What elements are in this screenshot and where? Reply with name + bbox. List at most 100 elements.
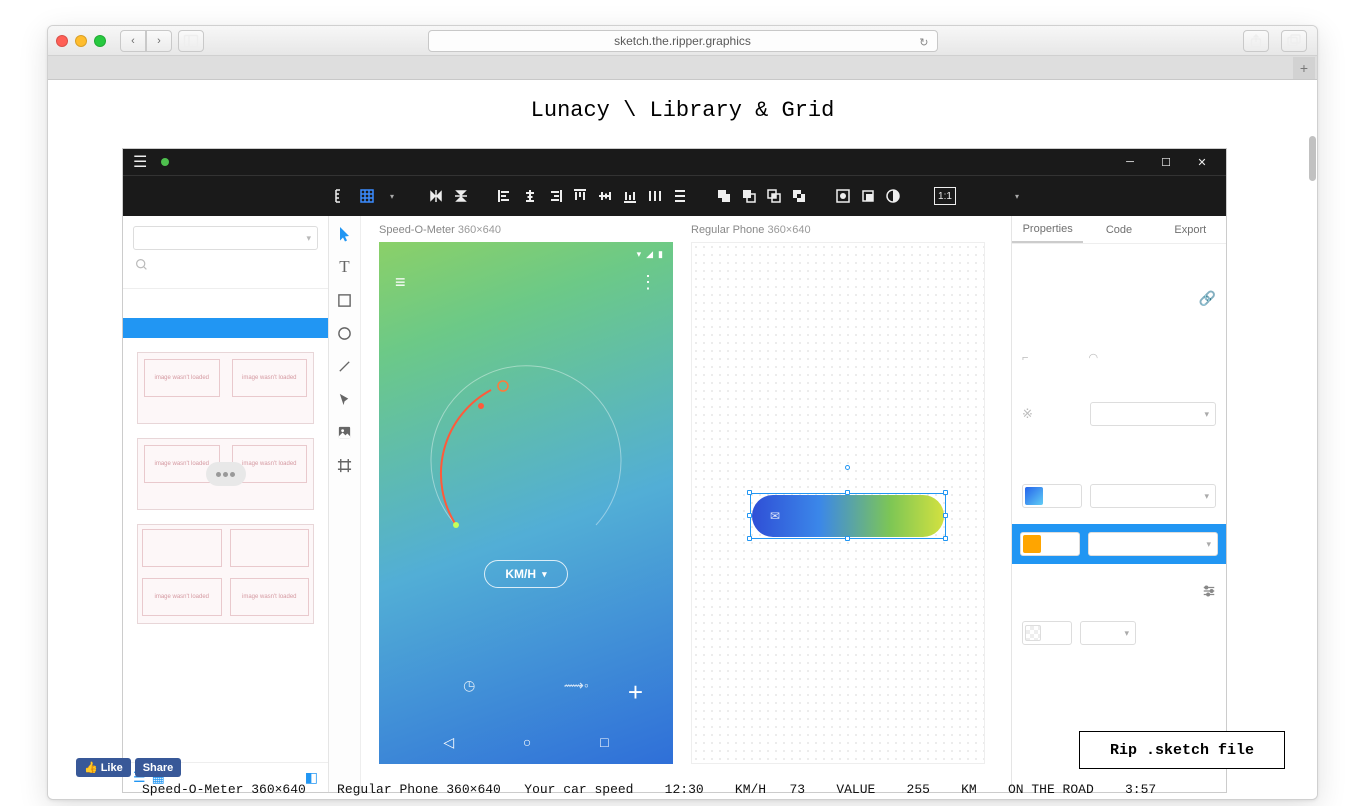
page-list: image wasn't loaded image wasn't loaded … (123, 288, 328, 762)
page-title: Lunacy \ Library & Grid (48, 80, 1317, 135)
crop-icon[interactable] (859, 187, 877, 205)
flip-h-icon[interactable] (427, 187, 445, 205)
align-left-icon[interactable] (496, 187, 514, 205)
app-body: ▾ image wasn't loaded image wasn't loade… (123, 216, 1226, 792)
forward-button[interactable]: › (146, 30, 172, 52)
align-hcenter-icon[interactable] (521, 187, 539, 205)
tabs-button[interactable] (1281, 30, 1307, 52)
artboard-name: Speed-O-Meter (379, 224, 455, 236)
tab-properties[interactable]: Properties (1012, 216, 1083, 243)
align-vcenter-icon[interactable] (596, 187, 614, 205)
contrast-icon[interactable] (884, 187, 902, 205)
bool-union-icon[interactable] (715, 187, 733, 205)
page-thumb[interactable]: image wasn't loaded image wasn't loaded (137, 438, 314, 510)
canvas[interactable]: Speed-O-Meter 360×640 Regular Phone 360×… (361, 216, 1011, 792)
artboard-regular-phone[interactable]: ✉ (691, 242, 985, 764)
sidebar-toggle-button[interactable] (178, 30, 204, 52)
maximize-window-button[interactable] (94, 35, 106, 47)
bool-subtract-icon[interactable] (740, 187, 758, 205)
zoom-11-icon[interactable]: 1:1 (934, 187, 956, 205)
zoom-dropdown-icon[interactable]: ▾ (1008, 187, 1026, 205)
grid-dropdown-icon[interactable]: ▾ (383, 187, 401, 205)
fill-mode-dropdown[interactable]: ▾ (1088, 532, 1218, 556)
fb-like-button[interactable]: 👍Like (76, 758, 131, 777)
border-swatch[interactable] (1022, 621, 1072, 645)
distribute-h-icon[interactable] (646, 187, 664, 205)
add-icon: + (628, 677, 643, 708)
blend-icon: ※ (1022, 406, 1082, 422)
border-dropdown[interactable]: ▾ (1080, 621, 1136, 645)
thumbs-up-icon: 👍 (84, 761, 98, 774)
search-icon[interactable] (135, 258, 328, 274)
status-bar: ▾◢▮ (379, 242, 673, 262)
ruler-icon[interactable] (333, 187, 351, 205)
rip-sketch-button[interactable]: Rip .sketch file (1079, 731, 1285, 769)
comment-bubble-icon (206, 462, 246, 486)
titlebar: ‹ › sketch.the.ripper.graphics ↻ (48, 26, 1317, 56)
right-panel: Properties Code Export 🔗 ⌐◠ ※ ▾ (1011, 216, 1226, 792)
selection-box (750, 493, 946, 539)
image-tool-icon[interactable] (335, 422, 355, 442)
align-right-icon[interactable] (546, 187, 564, 205)
battery-icon: ▮ (658, 249, 663, 260)
blend-dropdown[interactable]: ▾ (1090, 402, 1216, 426)
menu-icon: ≡ (395, 272, 406, 293)
fill-row-selected[interactable]: ▾ (1012, 524, 1226, 564)
artboard-speedometer[interactable]: ▾◢▮ ≡ ⋮ KM/H▾ (379, 242, 673, 764)
artboard-tool-icon[interactable] (335, 455, 355, 475)
inventory-line: Speed-O-Meter 360×640 Regular Phone 360×… (142, 782, 1277, 797)
tab-code[interactable]: Code (1083, 216, 1154, 243)
distribute-v-icon[interactable] (671, 187, 689, 205)
fb-share-button[interactable]: Share (135, 758, 182, 777)
fill-swatch[interactable] (1022, 484, 1082, 508)
minimize-window-button[interactable] (75, 35, 87, 47)
new-tab-button[interactable]: + (1293, 57, 1315, 79)
saved-indicator-icon (161, 158, 169, 166)
artboard-dims: 360×640 (767, 224, 810, 236)
fill-swatch[interactable] (1020, 532, 1080, 556)
share-button[interactable] (1243, 30, 1269, 52)
route-icon: ⟿◦ (564, 677, 589, 694)
spinner-icon: ◠ (1088, 351, 1098, 364)
thumb-placeholder: image wasn't loaded (144, 359, 220, 397)
align-bottom-icon[interactable] (621, 187, 639, 205)
lunacy-window: ☰ ─ ☐ ✕ ▾ (122, 148, 1227, 793)
scrollbar-thumb[interactable] (1309, 136, 1316, 181)
bool-difference-icon[interactable] (790, 187, 808, 205)
oval-tool-icon[interactable] (335, 323, 355, 343)
align-top-icon[interactable] (571, 187, 589, 205)
hamburger-icon[interactable]: ☰ (133, 152, 147, 172)
rect-tool-icon[interactable] (335, 290, 355, 310)
minimize-button[interactable]: ─ (1112, 150, 1148, 174)
address-bar[interactable]: sketch.the.ripper.graphics ↻ (428, 30, 938, 52)
tab-strip: + (48, 56, 1317, 80)
line-tool-icon[interactable] (335, 356, 355, 376)
pen-tool-icon[interactable] (335, 389, 355, 409)
page-thumb[interactable]: image wasn't loadedimage wasn't loaded (137, 524, 314, 624)
page-thumb[interactable]: image wasn't loaded image wasn't loaded (137, 352, 314, 424)
gauge-icon (421, 350, 631, 560)
fill-mode-dropdown[interactable]: ▾ (1090, 484, 1216, 508)
reload-icon[interactable]: ↻ (919, 33, 928, 53)
text-tool-icon[interactable]: T (335, 257, 355, 277)
link-icon[interactable]: 🔗 (1022, 290, 1216, 337)
maximize-button[interactable]: ☐ (1148, 150, 1184, 174)
app-menubar: ☰ ─ ☐ ✕ (123, 149, 1226, 175)
app-toolbar: ▾ (123, 175, 1226, 216)
unit-chip: KM/H▾ (484, 560, 568, 588)
list-item[interactable] (123, 318, 328, 338)
traffic-lights (56, 35, 106, 47)
mask-icon[interactable] (834, 187, 852, 205)
close-button[interactable]: ✕ (1184, 150, 1220, 174)
tab-export[interactable]: Export (1155, 216, 1226, 243)
fill-settings-icon[interactable] (1022, 580, 1216, 607)
page-picker-input[interactable]: ▾ (133, 226, 318, 250)
artboard-name: Regular Phone (691, 224, 764, 236)
bool-intersect-icon[interactable] (765, 187, 783, 205)
flip-v-icon[interactable] (452, 187, 470, 205)
safari-window: ‹ › sketch.the.ripper.graphics ↻ + Lunac… (47, 25, 1318, 800)
grid-icon[interactable] (358, 187, 376, 205)
close-window-button[interactable] (56, 35, 68, 47)
select-tool-icon[interactable] (335, 224, 355, 244)
back-button[interactable]: ‹ (120, 30, 146, 52)
